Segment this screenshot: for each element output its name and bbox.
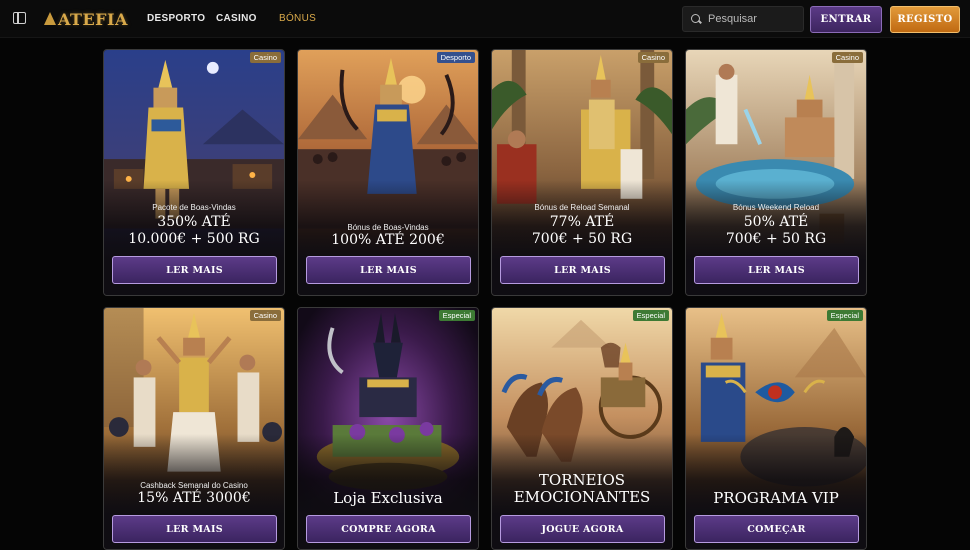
category-badge: Especial xyxy=(438,310,475,321)
register-button[interactable]: REGISTO xyxy=(890,6,960,33)
promo-line-1: 100% ATÉ 200€ xyxy=(331,232,445,248)
promo-headline: 15% ATÉ 3000€ xyxy=(104,490,284,507)
read-more-button[interactable]: LER MAIS xyxy=(112,515,277,543)
logo-text: ATEFIA xyxy=(58,9,128,29)
logo[interactable]: ATEFIA xyxy=(44,8,128,30)
promo-headline: Loja Exclusiva xyxy=(298,490,478,507)
promo-headline: 100% ATÉ 200€ xyxy=(298,232,478,249)
nav-bonus[interactable]: BÓNUS xyxy=(279,13,316,24)
promo-line-1: 77% ATÉ xyxy=(549,214,615,230)
search-box[interactable] xyxy=(682,6,804,32)
category-badge: Casino xyxy=(249,52,281,63)
read-more-button[interactable]: LER MAIS xyxy=(694,256,859,284)
category-badge: Casino xyxy=(637,52,669,63)
promo-card-cashback[interactable]: Casino Cashback Semanal do Casino 15% AT… xyxy=(103,307,285,550)
promo-line-1: Loja Exclusiva xyxy=(333,489,443,507)
promo-card-exclusive-shop[interactable]: Especial Loja Exclusiva COMPRE AGORA xyxy=(297,307,479,550)
read-more-button[interactable]: LER MAIS xyxy=(500,256,665,284)
promo-line-1: 50% ATÉ xyxy=(743,214,809,230)
login-button[interactable]: ENTRAR xyxy=(810,6,882,33)
promo-card-weekly-reload[interactable]: Casino Bónus de Reload Semanal 77% ATÉ 7… xyxy=(491,49,673,296)
promo-line-2: 10.000€ + 500 RG xyxy=(128,231,260,247)
play-now-button[interactable]: JOGUE AGORA xyxy=(500,515,665,543)
nav-casino[interactable]: CASINO xyxy=(216,13,257,24)
pyramid-logo-icon xyxy=(44,12,56,26)
promo-subtitle: Bónus de Boas-Vindas xyxy=(347,223,429,232)
buy-now-button[interactable]: COMPRE AGORA xyxy=(306,515,471,543)
start-button[interactable]: COMEÇAR xyxy=(694,515,859,543)
category-badge: Casino xyxy=(249,310,281,321)
promo-card-welcome-casino[interactable]: Casino Pacote de Boas-Vindas 350% ATÉ 10… xyxy=(103,49,285,296)
promo-card-vip[interactable]: Especial PROGRAMA VIP COMEÇAR xyxy=(685,307,867,550)
promo-card-welcome-sports[interactable]: Desporto Bónus de Boas-Vindas 100% ATÉ 2… xyxy=(297,49,479,296)
promo-card-weekend-reload[interactable]: Casino Bónus Weekend Reload 50% ATÉ 700€… xyxy=(685,49,867,296)
promo-line-1: PROGRAMA VIP xyxy=(713,489,839,507)
promo-headline: PROGRAMA VIP xyxy=(686,490,866,507)
category-badge: Especial xyxy=(632,310,669,321)
promo-headline: 50% ATÉ 700€ + 50 RG xyxy=(686,214,866,248)
promo-headline: TORNEIOS EMOCIONANTES xyxy=(492,472,672,506)
promo-card-tournaments[interactable]: Especial TORNEIOS EMOCIONANTES JOGUE AGO… xyxy=(491,307,673,550)
search-icon xyxy=(691,14,701,24)
category-badge: Casino xyxy=(831,52,863,63)
read-more-button[interactable]: LER MAIS xyxy=(306,256,471,284)
promo-line-2: 700€ + 50 RG xyxy=(531,231,633,247)
sidebar-toggle-icon[interactable] xyxy=(13,12,26,24)
category-badge: Especial xyxy=(826,310,863,321)
promo-headline: 350% ATÉ 10.000€ + 500 RG xyxy=(104,214,284,248)
nav-desporto[interactable]: DESPORTO xyxy=(147,13,205,24)
promo-line-1: TORNEIOS xyxy=(538,471,626,489)
top-bar: ATEFIA DESPORTO CASINO BÓNUS ENTRAR REGI… xyxy=(0,0,970,38)
read-more-button[interactable]: LER MAIS xyxy=(112,256,277,284)
category-badge: Desporto xyxy=(436,52,475,63)
promo-subtitle: Bónus Weekend Reload xyxy=(732,203,820,212)
promo-line-1: 15% ATÉ 3000€ xyxy=(137,490,251,506)
promo-subtitle: Bónus de Reload Semanal xyxy=(534,203,630,212)
promo-line-1: 350% ATÉ xyxy=(157,214,231,230)
promo-headline: 77% ATÉ 700€ + 50 RG xyxy=(492,214,672,248)
promo-subtitle: Cashback Semanal do Casino xyxy=(140,481,248,490)
promo-line-2: EMOCIONANTES xyxy=(513,488,651,506)
promo-line-2: 700€ + 50 RG xyxy=(725,231,827,247)
promo-subtitle: Pacote de Boas-Vindas xyxy=(152,203,236,212)
search-input[interactable] xyxy=(708,13,803,25)
